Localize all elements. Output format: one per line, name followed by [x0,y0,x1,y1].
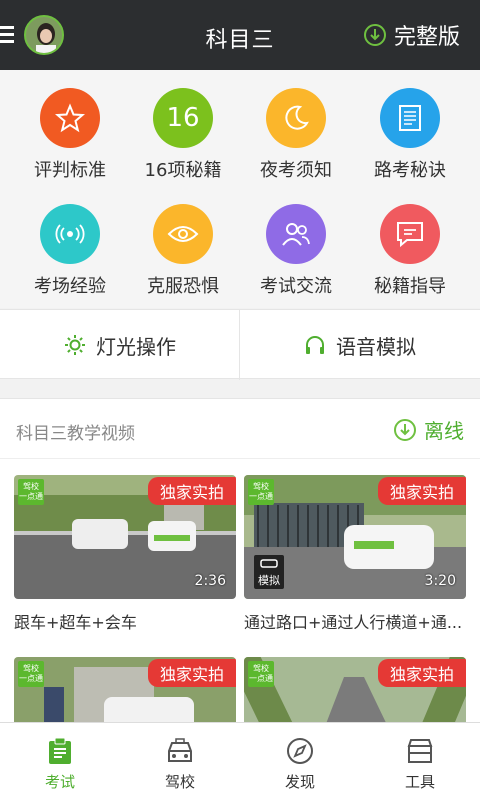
lights-operation-button[interactable]: 灯光操作 [0,310,240,380]
voice-simulation-label: 语音模拟 [336,334,416,359]
video-caption[interactable]: 通过路口+通过人行横道+通... [244,609,466,633]
nav-tab-tools[interactable]: 工具 [360,723,480,800]
video-section-header: 科目三教学视频 离线 [0,399,480,459]
star-icon [40,88,100,148]
simulation-tag: 模拟 [254,555,284,589]
nav-label: 发现 [284,773,315,791]
grid-item-exam-experience[interactable]: 考场经验 [10,186,130,302]
grid-label: 路考秘诀 [374,160,446,181]
brand-logo: 驾校 一点通 [248,661,274,687]
download-icon [394,418,416,441]
nav-tab-discover[interactable]: 发现 [240,723,360,800]
number-16-icon: 16 [153,88,213,148]
simulation-label: 模拟 [258,574,280,587]
compass-icon [282,735,318,767]
video-section: 科目三教学视频 离线 驾校 一点通 独家实拍 2:36 跟车+超车+会车 驾校 … [0,398,480,781]
document-icon [380,88,440,148]
nav-label: 工具 [404,773,435,791]
exclusive-badge: 独家实拍 [147,659,236,687]
grid-label: 考场经验 [34,276,106,297]
grid-label: 考试交流 [260,276,332,297]
grid-label: 夜考须知 [260,160,332,181]
grid-item-tips-guide[interactable]: 秘籍指导 [350,186,470,302]
feature-grid: 评判标准 16 16项秘籍 夜考须知 路考秘诀 考场经验 克服恐惧 考试交流 秘… [0,70,480,308]
brand-logo: 驾校 一点通 [18,479,44,505]
offline-button[interactable]: 离线 [394,415,464,444]
video-duration: 3:20 [424,573,456,589]
exclusive-badge: 独家实拍 [377,477,466,505]
bottom-nav: 考试 驾校 发现 工具 [0,722,480,800]
video-section-title: 科目三教学视频 [16,424,135,444]
sun-icon [65,335,85,355]
brand-logo: 驾校 一点通 [18,661,44,687]
video-thumbnail[interactable]: 驾校 一点通 独家实拍 2:36 [14,475,236,599]
grid-item-16-tips[interactable]: 16 16项秘籍 [123,70,243,186]
grid-item-overcome-fear[interactable]: 克服恐惧 [123,186,243,302]
broadcast-icon [40,204,100,264]
video-duration: 2:36 [194,573,226,589]
grid-item-exam-exchange[interactable]: 考试交流 [236,186,356,302]
grid-label: 克服恐惧 [147,276,219,297]
offline-label: 离线 [424,419,464,443]
download-icon [363,24,386,46]
grid-item-judging-standard[interactable]: 评判标准 [10,70,130,186]
message-icon [380,204,440,264]
grid-label: 评判标准 [34,160,106,181]
nav-label: 驾校 [164,773,195,791]
full-version-button[interactable]: 完整版 [363,20,460,50]
action-row: 灯光操作 语音模拟 [0,309,480,380]
users-icon [266,204,326,264]
nav-label: 考试 [44,773,75,791]
video-thumbnail[interactable]: 驾校 一点通 独家实拍 模拟 3:20 [244,475,466,599]
video-caption[interactable]: 跟车+超车+会车 [14,609,236,633]
top-bar: 科目三 完整版 [0,0,480,70]
full-version-label: 完整版 [393,25,460,50]
headphones-icon [306,336,324,354]
grid-label: 秘籍指导 [374,276,446,297]
exclusive-badge: 独家实拍 [377,659,466,687]
lights-operation-label: 灯光操作 [96,334,176,359]
nav-tab-driving-school[interactable]: 驾校 [120,723,240,800]
voice-simulation-button[interactable]: 语音模拟 [240,310,480,380]
exam-icon [42,735,78,767]
moon-icon [266,88,326,148]
nav-tab-exam[interactable]: 考试 [0,723,120,800]
brand-logo: 驾校 一点通 [248,479,274,505]
toolbox-icon [402,735,438,767]
grid-label: 16项秘籍 [144,160,222,181]
car-icon [162,735,198,767]
exclusive-badge: 独家实拍 [147,477,236,505]
eye-icon [153,204,213,264]
grid-item-night-exam[interactable]: 夜考须知 [236,70,356,186]
grid-item-road-test-tips[interactable]: 路考秘诀 [350,70,470,186]
